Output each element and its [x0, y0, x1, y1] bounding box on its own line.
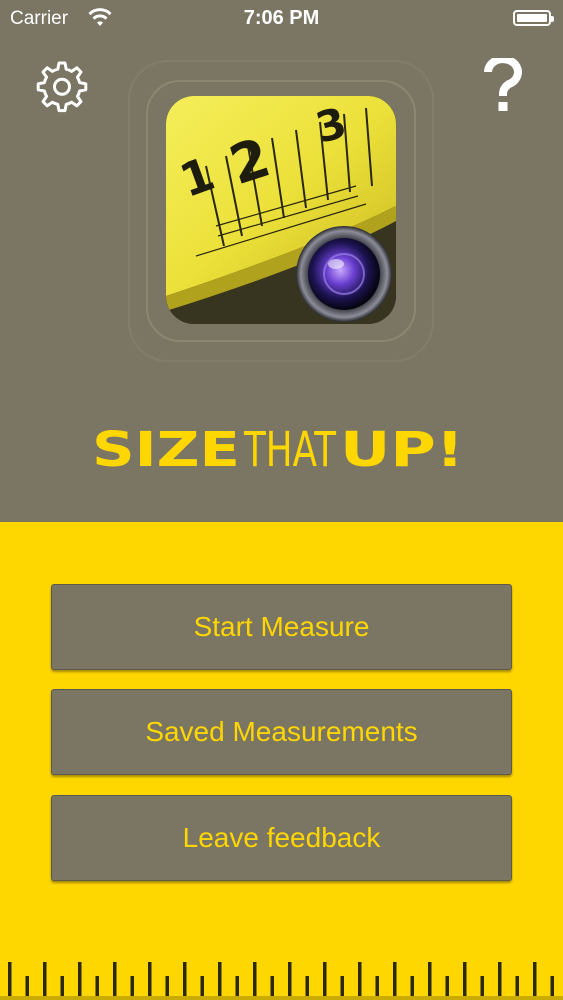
start-measure-button[interactable]: Start Measure	[51, 584, 512, 670]
ruler-tick	[200, 976, 204, 996]
leave-feedback-button[interactable]: Leave feedback	[51, 795, 512, 881]
ruler-tick	[78, 962, 82, 996]
ruler-tick	[340, 976, 344, 996]
ruler-tick	[235, 976, 239, 996]
battery-icon	[513, 10, 554, 26]
ruler-tick	[463, 962, 467, 996]
ruler-tick	[43, 962, 47, 996]
ruler-tick	[323, 962, 327, 996]
ruler-tick	[148, 962, 152, 996]
app-icon: 1 2 3	[166, 96, 396, 324]
ruler-tick	[95, 976, 99, 996]
ruler-decoration	[0, 962, 563, 1000]
ruler-tick	[480, 976, 484, 996]
ruler-tick	[358, 962, 362, 996]
ruler-tick	[515, 976, 519, 996]
ruler-tick	[550, 976, 554, 996]
help-button[interactable]	[478, 56, 528, 116]
gear-icon	[36, 61, 88, 113]
status-bar: Carrier 7:06 PM	[0, 0, 563, 40]
ruler-tick	[288, 962, 292, 996]
ruler-tick	[8, 962, 12, 996]
ruler-tick	[410, 976, 414, 996]
tape-measure-camera-icon: 1 2 3	[166, 96, 396, 324]
ruler-tick	[375, 976, 379, 996]
logo-part-up: UP!	[340, 422, 464, 474]
clock-label: 7:06 PM	[243, 7, 320, 29]
ruler-tick	[393, 962, 397, 996]
ruler-tick	[445, 976, 449, 996]
settings-button[interactable]	[34, 58, 90, 114]
app-logo: SIZE THAT UP!	[0, 420, 563, 474]
ruler-tick	[305, 976, 309, 996]
ruler-tick	[60, 976, 64, 996]
logo-part-that: THAT	[243, 422, 336, 474]
ruler-tick	[428, 962, 432, 996]
ruler-tick	[113, 962, 117, 996]
ruler-tick	[25, 976, 29, 996]
ruler-tick	[533, 962, 537, 996]
ruler-tick	[130, 976, 134, 996]
ruler-tick	[183, 962, 187, 996]
ruler-tick	[218, 962, 222, 996]
ruler-tick	[498, 962, 502, 996]
ruler-tick	[165, 976, 169, 996]
ruler-tick	[270, 976, 274, 996]
saved-measurements-button[interactable]: Saved Measurements	[51, 689, 512, 775]
ruler-tick	[253, 962, 257, 996]
logo-part-size: SIZE	[92, 422, 240, 474]
question-mark-icon	[484, 58, 522, 111]
